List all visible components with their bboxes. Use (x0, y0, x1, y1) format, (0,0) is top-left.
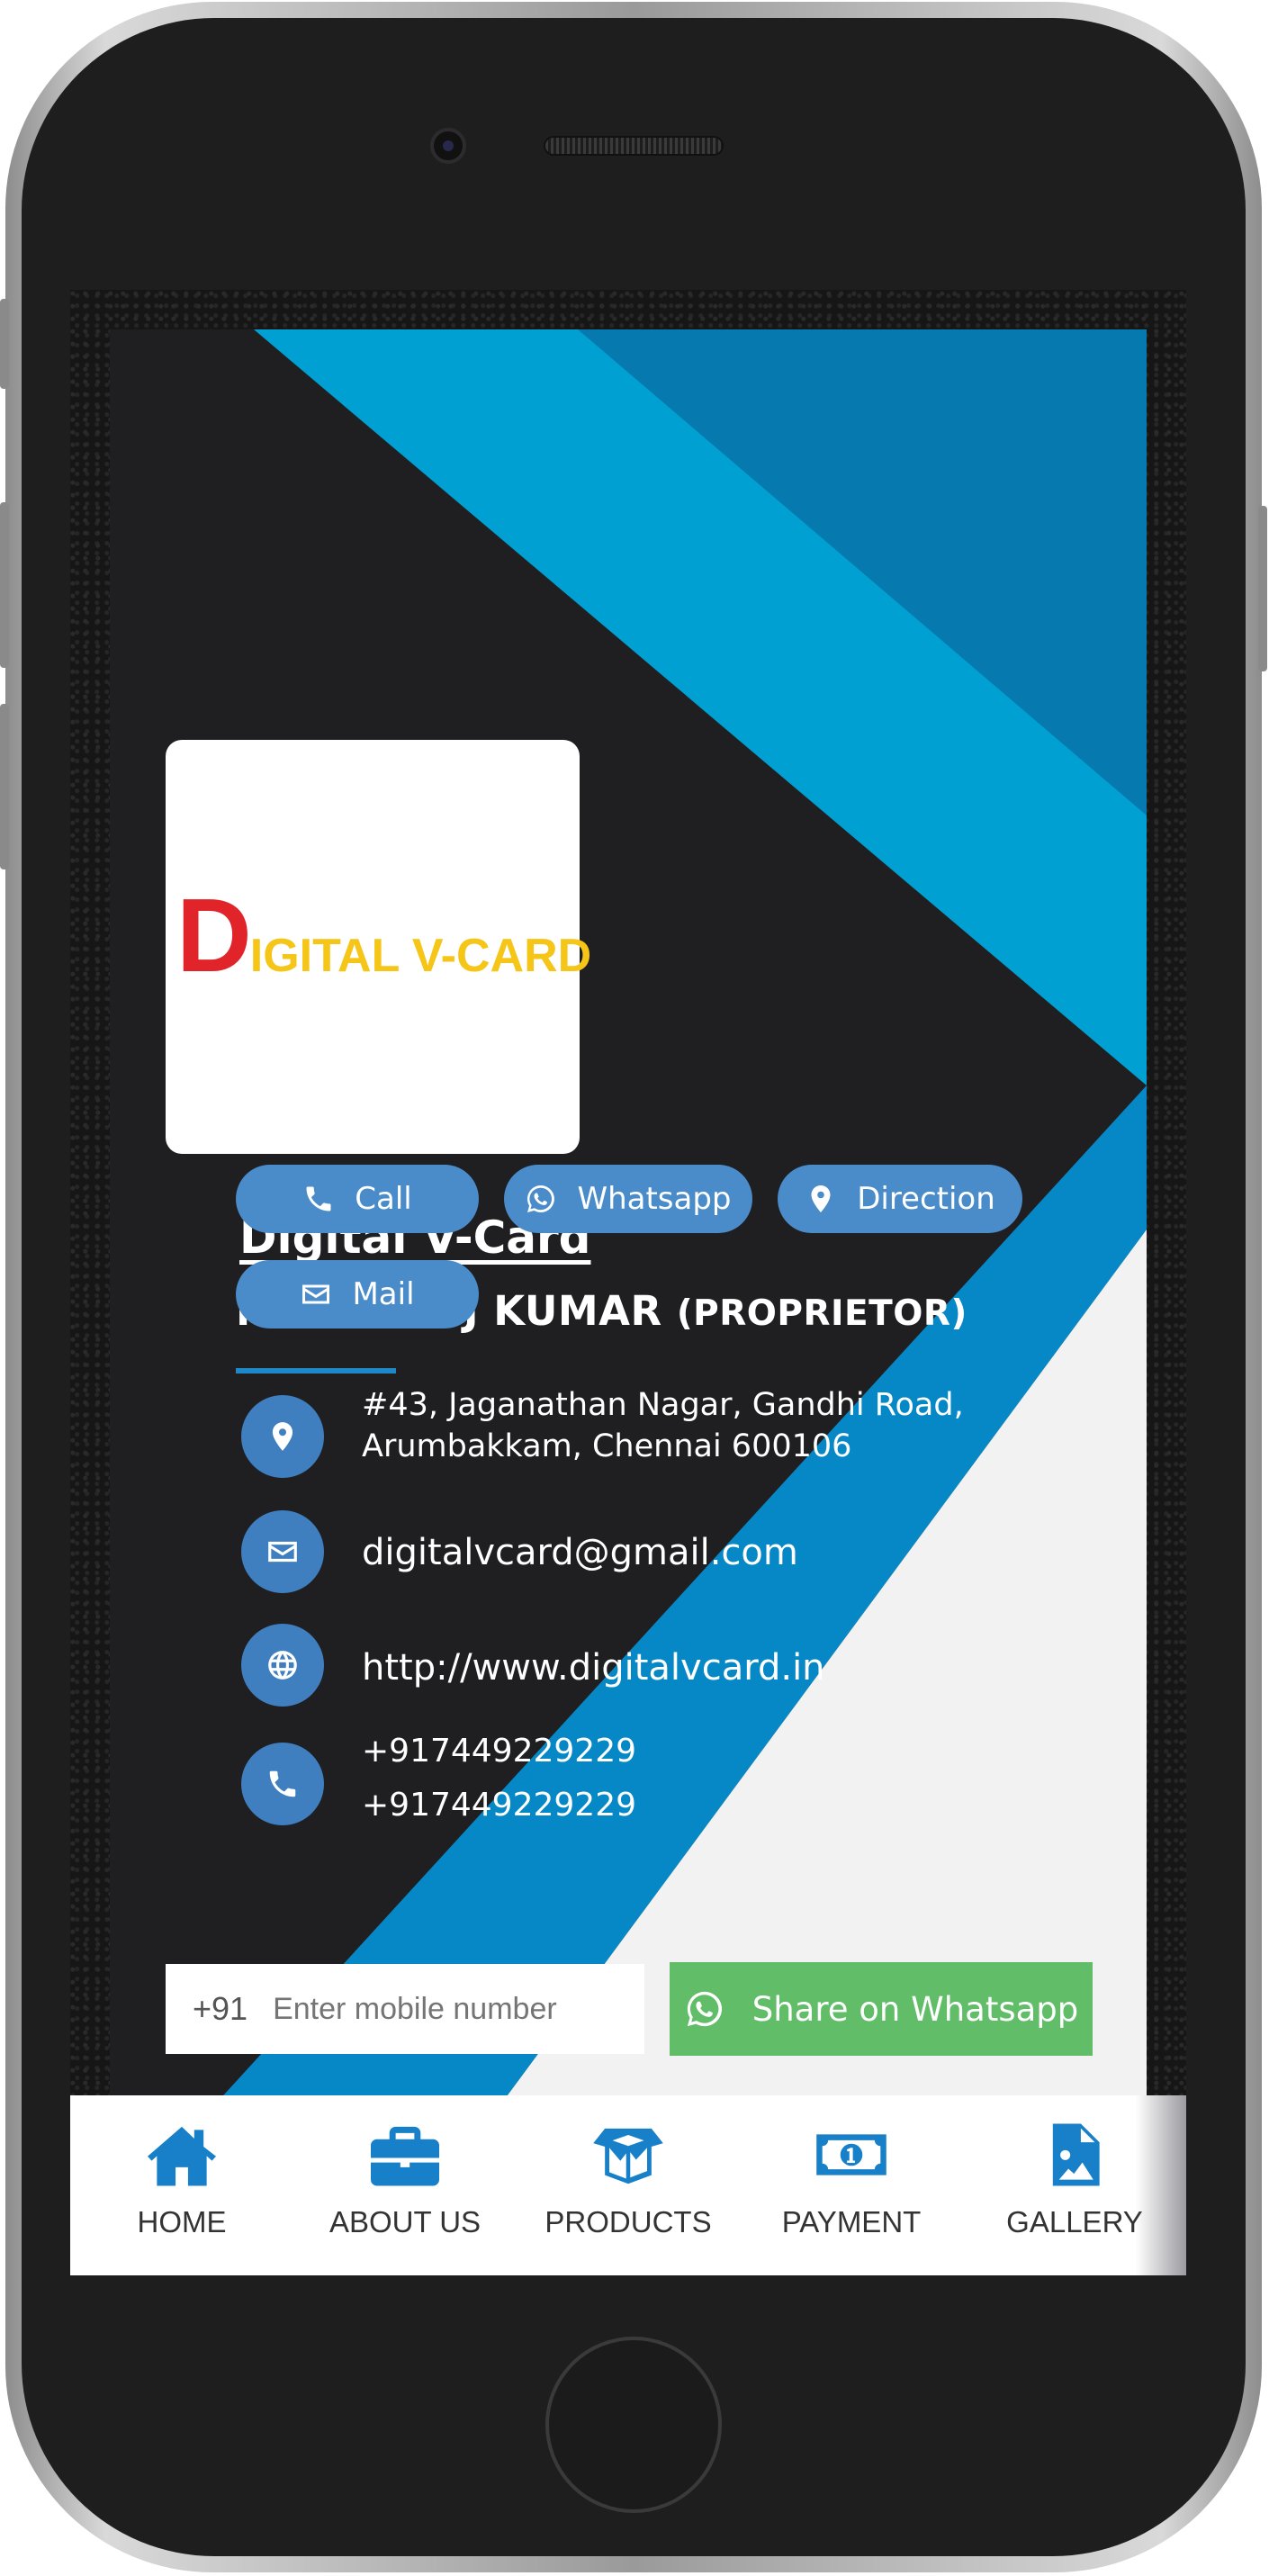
volume-up-button (0, 502, 9, 668)
phone-screen: DIGITAL V-CARD Digital V-Card Mr. MANOJ … (70, 290, 1186, 2275)
front-camera (430, 128, 466, 164)
home-button[interactable] (545, 2337, 722, 2513)
envelope-icon (268, 1541, 297, 1563)
box-icon (593, 2128, 663, 2184)
volume-down-button (0, 704, 9, 869)
nav-products-label: PRODUCTS (544, 2205, 712, 2238)
person-role: (PROPRIETOR) (676, 1293, 968, 1334)
email-icon-circle (241, 1510, 324, 1593)
nav-gallery[interactable]: GALLERY (963, 2095, 1186, 2275)
globe-icon (268, 1651, 297, 1680)
website-icon-circle (241, 1624, 324, 1707)
direction-label: Direction (857, 1181, 995, 1217)
nav-gallery-label: GALLERY (1006, 2205, 1143, 2238)
nav-about-us[interactable]: ABOUT US (293, 2095, 517, 2275)
company-logo: DIGITAL V-CARD (166, 740, 591, 1154)
nav-payment-label: PAYMENT (781, 2205, 922, 2238)
call-label: Call (355, 1181, 412, 1217)
nav-payment[interactable]: PAYMENT (740, 2095, 963, 2275)
share-on-whatsapp-button[interactable]: Share on Whatsapp (670, 1962, 1093, 2056)
whatsapp-icon (687, 1991, 722, 2027)
direction-button[interactable]: Direction (778, 1165, 1022, 1233)
phone-numbers: +917449229229 +917449229229 (362, 1725, 636, 1833)
logo-initial: D (176, 877, 252, 994)
power-button (1258, 506, 1267, 671)
phone-number-1[interactable]: +917449229229 (362, 1725, 636, 1779)
mobile-number-input[interactable] (271, 1990, 617, 2028)
address-text: #43, Jaganathan Nagar, Gandhi Road, Arum… (362, 1384, 964, 1467)
nav-about-us-label: ABOUT US (328, 2205, 482, 2238)
map-pin-icon (272, 1422, 293, 1451)
mail-button[interactable]: Mail (236, 1260, 479, 1329)
share-button-label: Share on Whatsapp (752, 1989, 1079, 2029)
briefcase-icon (371, 2126, 439, 2186)
website-link[interactable]: http://www.digitalvcard.in (362, 1647, 825, 1689)
accent-divider (236, 1368, 396, 1374)
mail-label: Mail (352, 1276, 415, 1312)
phone-number-2[interactable]: +917449229229 (362, 1779, 636, 1833)
address-icon-circle (241, 1395, 324, 1478)
home-icon (148, 2126, 216, 2186)
whatsapp-icon (527, 1185, 555, 1212)
image-file-icon (1052, 2123, 1100, 2186)
logo-text: IGITAL V-CARD (249, 930, 592, 982)
nav-home-label: HOME (137, 2205, 227, 2238)
whatsapp-button[interactable]: Whatsapp (504, 1165, 752, 1233)
whatsapp-label: Whatsapp (577, 1181, 732, 1217)
envelope-icon (302, 1284, 330, 1304)
phone-icon (269, 1770, 296, 1797)
mute-switch (0, 299, 9, 389)
money-icon (816, 2134, 886, 2175)
call-button[interactable]: Call (236, 1165, 479, 1233)
address-line-1: #43, Jaganathan Nagar, Gandhi Road, (362, 1387, 964, 1423)
phone-icon-circle (241, 1743, 324, 1825)
email-link[interactable]: digitalvcard@gmail.com (362, 1532, 798, 1573)
earpiece-speaker (544, 136, 724, 156)
phone-icon (306, 1186, 331, 1211)
bottom-navigation: HOME ABOUT US PRODUCTS PAYMENT GALLERY (70, 2095, 1186, 2275)
address-line-2: Arumbakkam, Chennai 600106 (362, 1428, 852, 1464)
nav-products[interactable]: PRODUCTS (517, 2095, 740, 2275)
country-code: +91 (193, 1990, 248, 2027)
map-pin-icon (811, 1185, 831, 1212)
share-phone-field: +91 (166, 1964, 644, 2054)
nav-home[interactable]: HOME (70, 2095, 293, 2275)
